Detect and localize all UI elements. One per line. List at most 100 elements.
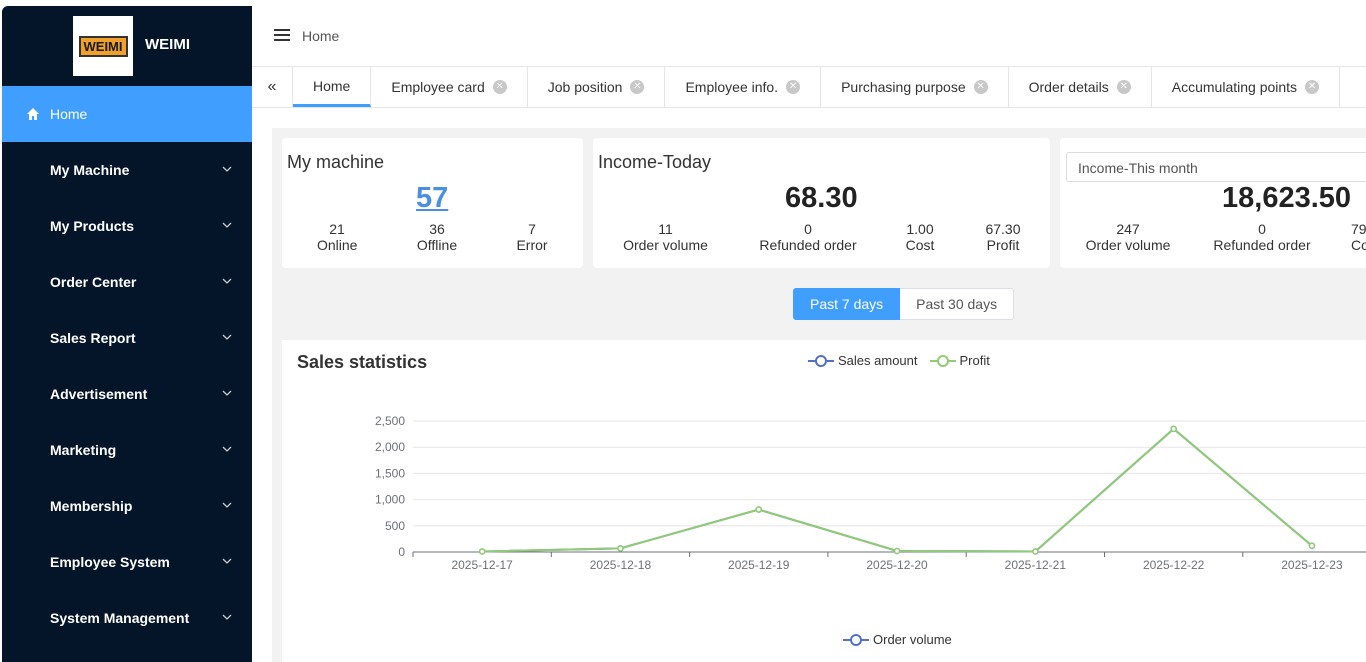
- stat-value: 1.00: [906, 221, 934, 237]
- sidebar-item-label: Home: [50, 106, 88, 122]
- online-stat: 21 Online: [317, 221, 357, 253]
- legend-label: Order volume: [873, 632, 952, 647]
- tab-home[interactable]: Home: [293, 67, 372, 107]
- grid-icon: [26, 611, 40, 625]
- refunded-stat: 0 Refunded order: [1202, 221, 1322, 253]
- legend-sales-amount[interactable]: Sales amount: [808, 353, 918, 368]
- stat-label: Profit: [986, 237, 1020, 253]
- chart-title: Sales statistics: [297, 352, 428, 372]
- legend-profit[interactable]: Profit: [929, 353, 990, 368]
- tab-order-details[interactable]: Order details ✕: [1009, 67, 1152, 107]
- sidebar-item-label: Advertisement: [50, 386, 148, 402]
- offline-stat: 36 Offline: [412, 221, 462, 253]
- menu-toggle-icon[interactable]: [274, 29, 290, 43]
- data-point: [478, 548, 486, 555]
- tab-employee-card[interactable]: Employee card ✕: [371, 67, 528, 107]
- stat-value: 79: [1351, 221, 1366, 237]
- sales-line-chart: 0 500 1,000 1,500 2,000 2,500 2025-12-17 2025-1…: [375, 414, 1366, 572]
- machine-total-link[interactable]: 57: [416, 182, 448, 215]
- close-icon[interactable]: ✕: [973, 80, 988, 94]
- x-tick-label: 2025-12-22: [1143, 558, 1205, 572]
- data-point: [893, 547, 901, 555]
- chevron-down-icon: [222, 390, 232, 396]
- data-point: [617, 545, 624, 552]
- y-tick-label: 2,500: [375, 414, 405, 428]
- stat-label: Cost: [905, 237, 935, 253]
- tab-label: Employee card: [391, 79, 485, 95]
- brand: WEIMI WEIMI: [2, 6, 252, 86]
- card-title: My machine: [287, 152, 385, 172]
- stat-value: 247: [1116, 221, 1140, 237]
- data-point: [755, 506, 762, 513]
- sidebar-item-label: Sales Report: [50, 330, 136, 346]
- refunded-stat: 0 Refunded order: [748, 221, 868, 253]
- tab-purchasing-purpose[interactable]: Purchasing purpose ✕: [821, 67, 1009, 107]
- tab-label: Purchasing purpose: [841, 79, 966, 95]
- stat-label: Refunded order: [1213, 237, 1311, 253]
- sidebar-item-order-center[interactable]: Order Center: [2, 254, 252, 310]
- grid-icon: [26, 555, 40, 569]
- close-icon[interactable]: ✕: [492, 80, 507, 94]
- close-icon[interactable]: ✕: [786, 80, 801, 94]
- legend-line-icon: [929, 354, 956, 367]
- past-7-days-button[interactable]: Past 7 days: [793, 288, 901, 320]
- sidebar-item-my-products[interactable]: My Products: [2, 198, 252, 254]
- sidebar-item-label: Order Center: [50, 274, 137, 290]
- legend-label: Profit: [959, 353, 990, 368]
- tab-label: Accumulating points: [1171, 79, 1298, 95]
- range-toggle: Past 7 days Past 30 days: [793, 288, 1015, 320]
- y-tick-label: 500: [385, 519, 405, 533]
- close-icon[interactable]: ✕: [630, 80, 645, 94]
- card-title: Income-Today: [598, 152, 712, 172]
- brand-name: WEIMI: [145, 36, 190, 53]
- tab-label: Employee info.: [685, 79, 779, 95]
- sidebar-item-home[interactable]: Home: [2, 86, 252, 142]
- sidebar-item-sales-report[interactable]: Sales Report: [2, 310, 252, 366]
- tab-job-position[interactable]: Job position ✕: [528, 67, 666, 107]
- x-tick-label: 2025-12-20: [866, 558, 928, 572]
- chevron-down-icon: [222, 558, 232, 564]
- tabs-collapse-icon[interactable]: «: [252, 67, 293, 107]
- grid-icon: [26, 443, 40, 457]
- chevron-down-icon: [222, 278, 232, 284]
- sidebar-item-my-machine[interactable]: My Machine: [2, 142, 252, 198]
- logo-text: WEIMI: [78, 35, 128, 57]
- order-volume-stat: 247 Order volume: [1078, 221, 1178, 253]
- tab-employee-info[interactable]: Employee info. ✕: [665, 67, 822, 107]
- stat-value: 21: [329, 221, 345, 237]
- breadcrumb[interactable]: Home: [302, 28, 339, 44]
- stat-value: 36: [429, 221, 445, 237]
- error-stat: 7 Error: [512, 221, 552, 253]
- grid-icon: [26, 219, 40, 233]
- sidebar-item-employee-system[interactable]: Employee System: [2, 534, 252, 590]
- y-tick-label: 1,500: [375, 466, 405, 480]
- tab-accumulating-points[interactable]: Accumulating points ✕: [1152, 67, 1341, 107]
- close-icon[interactable]: ✕: [1305, 80, 1320, 94]
- sidebar-item-marketing[interactable]: Marketing: [2, 422, 252, 478]
- order-volume-legend[interactable]: Order volume: [843, 632, 952, 647]
- sidebar-item-label: My Products: [50, 218, 135, 234]
- chevron-down-icon: [222, 166, 232, 172]
- x-tick-label: 2025-12-17: [451, 558, 513, 572]
- top-header: Home: [252, 6, 1366, 67]
- profit-stat: 67.30 Profit: [978, 221, 1028, 253]
- sidebar-item-system-management[interactable]: System Management: [2, 590, 252, 646]
- past-30-days-button[interactable]: Past 30 days: [900, 288, 1015, 320]
- sidebar-item-label: System Management: [50, 610, 190, 626]
- home-icon: [26, 107, 40, 121]
- chart-legend: Sales amount Profit: [808, 353, 1002, 368]
- legend-line-icon: [808, 354, 834, 367]
- grid-icon: [26, 275, 40, 289]
- sidebar-item-membership[interactable]: Membership: [2, 478, 252, 534]
- sidebar-item-advertisement[interactable]: Advertisement: [2, 366, 252, 422]
- data-point: [1170, 425, 1177, 433]
- close-icon[interactable]: ✕: [1116, 80, 1131, 94]
- x-tick-label: 2025-12-21: [1005, 558, 1067, 572]
- sidebar-menu: Home My Machine My Products Order Center Sal…: [2, 86, 252, 646]
- data-point: [1032, 548, 1039, 555]
- period-select[interactable]: Income-This month: [1066, 152, 1366, 182]
- tab-label: Job position: [547, 79, 623, 95]
- stat-value: 7: [528, 221, 536, 237]
- grid-icon: [26, 331, 40, 345]
- chevron-down-icon: [222, 334, 232, 340]
